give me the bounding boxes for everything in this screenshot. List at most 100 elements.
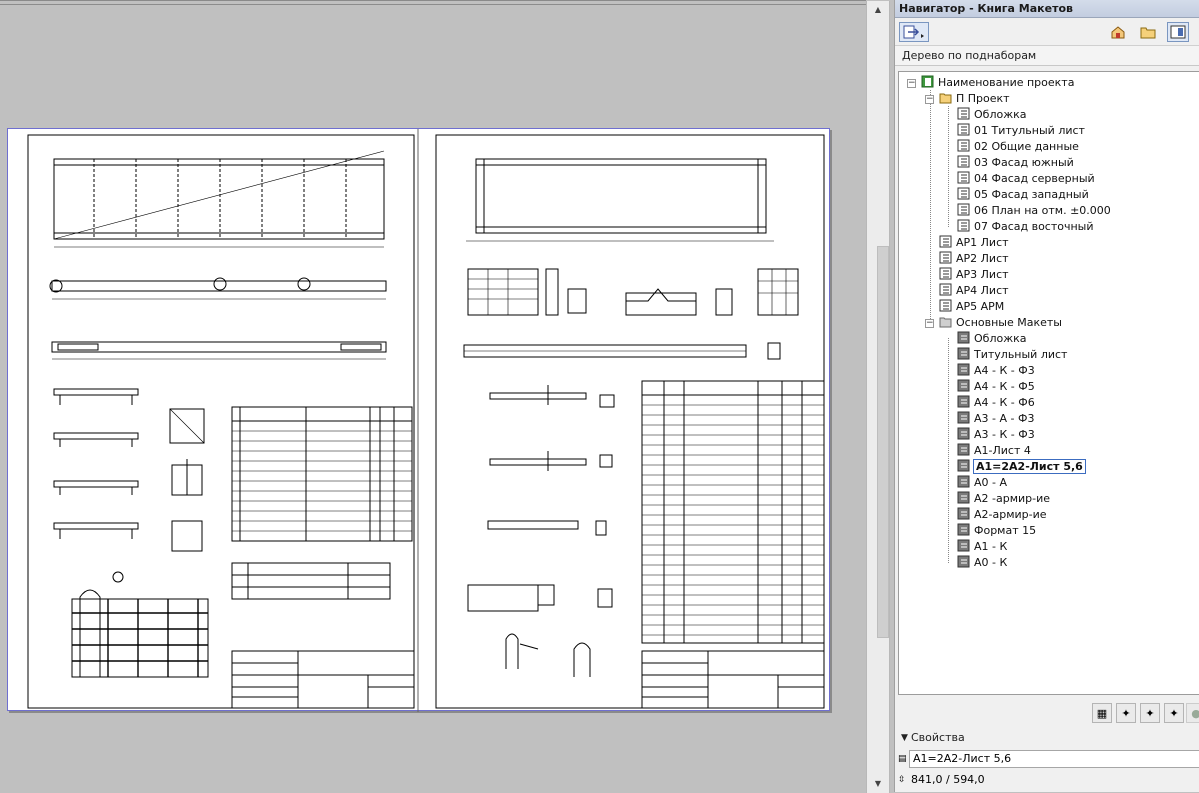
layout-icon: [939, 251, 952, 264]
layout-tree[interactable]: Наименование проекта − П Проект − Обложка 01 …: [898, 71, 1199, 695]
tree-item-label: Наименование проекта: [938, 76, 1075, 89]
tree-item-master-layout[interactable]: А4 - К - Ф5: [957, 379, 1036, 395]
layout-icon: [957, 139, 970, 152]
tree-item-master-layout[interactable]: А3 - К - Ф3: [957, 427, 1036, 443]
tree-item-master-layout[interactable]: А1 - К: [957, 539, 1008, 555]
master-icon: [957, 507, 970, 520]
tree-item-label: А1=2А2-Лист 5,6: [973, 459, 1086, 474]
tree-item-label: 07 Фасад восточный: [974, 220, 1094, 233]
tree-item-layout[interactable]: 04 Фасад серверный: [957, 171, 1096, 187]
tree-item-label: А4 - К - Ф3: [974, 364, 1035, 377]
tree-item-label: АР1 Лист: [956, 236, 1009, 249]
master-icon: [957, 395, 970, 408]
tree-item-label: А4 - К - Ф5: [974, 380, 1035, 393]
properties-name-field[interactable]: А1=2А2-Лист 5,6: [909, 750, 1199, 768]
master-icon: [957, 379, 970, 392]
master-icon: [957, 555, 970, 568]
layout-book-icon: [1170, 25, 1186, 39]
tree-item-label: 03 Фасад южный: [974, 156, 1074, 169]
tree-item-layout[interactable]: 03 Фасад южный: [957, 155, 1075, 171]
new-master-layout-icon[interactable]: ✦: [1140, 703, 1160, 723]
layout-icon: [957, 171, 970, 184]
project-icon: [921, 75, 934, 88]
layout-icon: [957, 219, 970, 232]
layout-canvas[interactable]: ▲ ▼: [0, 0, 890, 793]
tree-item-layout[interactable]: АР4 Лист: [939, 283, 1010, 299]
tree-item-master-layout[interactable]: А4 - К - Ф3: [957, 363, 1036, 379]
tree-item-label: Обложка: [974, 108, 1027, 121]
layout-icon: [939, 299, 952, 312]
tree-item-layout[interactable]: АР2 Лист: [939, 251, 1010, 267]
master-icon: [957, 523, 970, 536]
layout-sheet[interactable]: [7, 128, 830, 712]
tree-item-master-layout[interactable]: А2 -армир-ие: [957, 491, 1051, 507]
master-icon: [957, 475, 970, 488]
tree-item-layout[interactable]: АР1 Лист: [939, 235, 1010, 251]
master-icon: [957, 443, 970, 456]
scroll-up-arrow-icon[interactable]: ▲: [870, 3, 886, 17]
tree-item-master-layout[interactable]: Титульный лист: [957, 347, 1068, 363]
tree-item-master-layout[interactable]: А0 - К: [957, 555, 1008, 571]
master-layout-small-icon: ▤: [898, 754, 907, 764]
view-map-button[interactable]: [1137, 22, 1159, 42]
layout-settings-button[interactable]: [899, 22, 929, 42]
tree-item-subset[interactable]: П Проект: [939, 91, 1011, 107]
tree-item-label: АР5 АРМ: [956, 300, 1005, 313]
tree-item-label: 04 Фасад серверный: [974, 172, 1095, 185]
folder-icon: [1140, 27, 1156, 39]
tree-item-label: П Проект: [956, 92, 1010, 105]
tree-item-layout[interactable]: 01 Титульный лист: [957, 123, 1086, 139]
tree-item-master-layout[interactable]: А1=2А2-Лист 5,6: [957, 459, 1086, 475]
tree-item-master-layout[interactable]: А2-армир-ие: [957, 507, 1048, 523]
tree-item-master-folder[interactable]: Основные Макеты: [939, 315, 1063, 331]
tree-item-label: 05 Фасад западный: [974, 188, 1089, 201]
tree-item-label: А0 - К: [974, 556, 1008, 569]
new-layout-icon[interactable]: ✦: [1116, 703, 1136, 723]
tree-item-layout[interactable]: Обложка: [957, 107, 1028, 123]
collapse-toggle-icon[interactable]: −: [925, 95, 934, 104]
masterfolder-icon: [939, 315, 952, 328]
collapse-toggle-icon[interactable]: −: [907, 79, 916, 88]
tree-item-label: Обложка: [974, 332, 1027, 345]
collapse-triangle-icon[interactable]: ▼: [901, 729, 908, 747]
navigator-bottom-toolbar: ▦ ✦ ✦ ✦ ●: [895, 698, 1199, 726]
scroll-thumb[interactable]: [877, 246, 889, 638]
new-subset-icon[interactable]: ✦: [1164, 703, 1184, 723]
tree-item-layout[interactable]: 06 План на отм. ±0.000: [957, 203, 1112, 219]
canvas-top-edge: [0, 4, 866, 5]
tree-item-layout[interactable]: АР3 Лист: [939, 267, 1010, 283]
tree-item-label: 01 Титульный лист: [974, 124, 1085, 137]
scroll-down-arrow-icon[interactable]: ▼: [870, 777, 886, 791]
layout-book-button[interactable]: [1167, 22, 1189, 42]
master-icon: [957, 347, 970, 360]
properties-size-value: 841,0 / 594,0: [911, 773, 985, 786]
tree-item-master-layout[interactable]: Формат 15: [957, 523, 1037, 539]
house-icon: [1111, 26, 1125, 39]
layout-settings-icon[interactable]: ▦: [1092, 703, 1112, 723]
navigator-panel: Навигатор - Книга Макетов Дерево по подн…: [894, 0, 1199, 792]
tree-item-layout[interactable]: 07 Фасад восточный: [957, 219, 1095, 235]
publish-icon[interactable]: ●: [1186, 703, 1199, 723]
tree-item-label: А4 - К - Ф6: [974, 396, 1035, 409]
canvas-vertical-scrollbar[interactable]: ▲ ▼: [866, 1, 890, 793]
collapse-toggle-icon[interactable]: −: [925, 319, 934, 328]
tree-item-project-root[interactable]: Наименование проекта: [921, 75, 1075, 91]
tree-item-master-layout[interactable]: Обложка: [957, 331, 1028, 347]
project-map-button[interactable]: [1107, 22, 1129, 42]
properties-header[interactable]: ▼ Свойства: [895, 729, 1199, 747]
tree-item-layout[interactable]: АР5 АРМ: [939, 299, 1005, 315]
size-icon: ⇳: [898, 775, 906, 785]
tree-item-master-layout[interactable]: А3 - А - Ф3: [957, 411, 1035, 427]
master-icon: [957, 363, 970, 376]
tree-item-master-layout[interactable]: А4 - К - Ф6: [957, 395, 1036, 411]
tree-item-layout[interactable]: 05 Фасад западный: [957, 187, 1090, 203]
tree-item-master-layout[interactable]: А1-Лист 4: [957, 443, 1032, 459]
tree-item-master-layout[interactable]: А0 - А: [957, 475, 1008, 491]
master-icon: [957, 427, 970, 440]
tree-mode-selector[interactable]: Дерево по поднаборам: [895, 46, 1199, 66]
tree-item-label: АР4 Лист: [956, 284, 1009, 297]
tree-item-layout[interactable]: 02 Общие данные: [957, 139, 1080, 155]
tree-item-label: АР2 Лист: [956, 252, 1009, 265]
layout-icon: [957, 155, 970, 168]
master-icon: [957, 331, 970, 344]
